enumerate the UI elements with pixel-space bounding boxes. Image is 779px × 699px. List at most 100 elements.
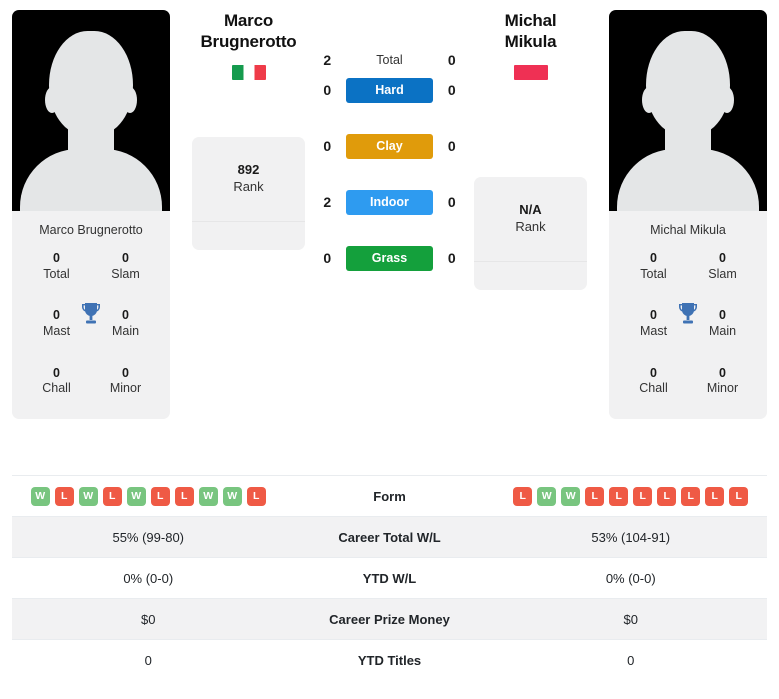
h2h-row-clay: 0 Clay 0 bbox=[309, 118, 470, 174]
h2h-indoor-right-score: 0 bbox=[447, 194, 456, 210]
table-row-career-prize-money: $0 Career Prize Money $0 bbox=[12, 598, 767, 639]
h2h-grass-bar[interactable]: Grass bbox=[345, 245, 434, 271]
left-player-name-header: Marco Brugnerotto bbox=[192, 10, 305, 123]
stat-rank-label: Rank bbox=[515, 219, 546, 234]
left-player-titles-grid: 0 Total 0 Slam 0 Mast 0 Main 0 Chall 0 M… bbox=[12, 247, 170, 411]
titles-cell-total: 0 Total bbox=[619, 251, 688, 282]
h2h-row-indoor: 2 Indoor 0 bbox=[309, 174, 470, 230]
left-player-last-name: Brugnerotto bbox=[200, 32, 297, 52]
left-player-photo bbox=[12, 10, 170, 211]
form-badge-loss: L bbox=[174, 486, 194, 506]
h2h-row-total: 2 Total 0 bbox=[309, 10, 470, 68]
right-player-stats-card: N/A Rank High 23 Age Plays bbox=[474, 177, 587, 290]
right-player-name-caption: Michal Mikula bbox=[650, 223, 726, 237]
career-total-wl-right: 53% (104-91) bbox=[591, 529, 671, 545]
titles-cell-chall: 0 Chall bbox=[22, 366, 91, 397]
stat-row-high: 613 High bbox=[192, 222, 305, 250]
left-player-panel: Marco Brugnerotto 0 Total 0 Slam 0 Mast bbox=[12, 10, 170, 419]
titles-slam-value: 0 bbox=[122, 251, 129, 265]
form-badge-loss: L bbox=[102, 486, 122, 506]
form-badge-win: W bbox=[222, 486, 242, 506]
h2h-clay-bar[interactable]: Clay bbox=[345, 133, 434, 159]
right-player-name-header: Michal Mikula bbox=[474, 10, 587, 123]
h2h-clay-left-score: 0 bbox=[323, 138, 332, 154]
h2h-indoor-left-score: 2 bbox=[323, 194, 332, 210]
slovakia-flag-icon bbox=[513, 64, 548, 80]
form-badge-win: W bbox=[537, 486, 557, 506]
form-badge-loss: L bbox=[246, 486, 266, 506]
form-badge-win: W bbox=[30, 486, 50, 506]
left-player-stats-card: 892 Rank 613 High 27 Age L Plays bbox=[192, 137, 305, 250]
h2h-indoor-bar[interactable]: Indoor bbox=[345, 189, 434, 215]
career-prize-money-left: $0 bbox=[141, 611, 156, 627]
left-player-name-caption: Marco Brugnerotto bbox=[39, 223, 143, 237]
stat-rank-value: N/A bbox=[519, 202, 542, 218]
career-total-wl-label: Career Total W/L bbox=[338, 529, 441, 545]
form-left-cell: WLWLWLLWWL bbox=[12, 478, 285, 515]
titles-minor-value: 0 bbox=[719, 365, 726, 380]
h2h-total-left-score: 2 bbox=[323, 52, 332, 68]
form-badge-loss: L bbox=[633, 486, 653, 506]
h2h-clay-right-score: 0 bbox=[447, 138, 456, 154]
titles-chall-value: 0 bbox=[650, 365, 657, 380]
titles-cell-slam: 0 Slam bbox=[688, 251, 757, 282]
players-overview-section: Marco Brugnerotto 0 Total 0 Slam 0 Mast bbox=[0, 0, 779, 475]
form-badge-loss: L bbox=[729, 486, 749, 506]
ytd-titles-label: YTD Titles bbox=[357, 652, 422, 668]
h2h-row-grass: 0 Grass 0 bbox=[309, 230, 470, 286]
right-player-first-name: Michal bbox=[504, 11, 557, 30]
table-row-form: WLWLWLLWWL Form LWWLLLLLLL bbox=[12, 475, 767, 516]
stat-high-value: 613 bbox=[238, 247, 260, 250]
h2h-grass-left-score: 0 bbox=[323, 250, 332, 266]
table-row-ytd-wl: 0% (0-0) YTD W/L 0% (0-0) bbox=[12, 557, 767, 598]
right-form-strip: LWWLLLLLLL bbox=[499, 486, 764, 506]
ytd-wl-right: 0% (0-0) bbox=[605, 570, 656, 586]
right-player-last-name: Mikula bbox=[504, 32, 557, 52]
table-row-career-total-wl: 55% (99-80) Career Total W/L 53% (104-91… bbox=[12, 516, 767, 557]
ytd-wl-label: YTD W/L bbox=[362, 570, 417, 586]
stat-row-rank: N/A Rank bbox=[474, 177, 587, 262]
titles-chall-label: Chall bbox=[639, 381, 668, 396]
form-badge-loss: L bbox=[150, 486, 170, 506]
stat-rank-value: 892 bbox=[237, 162, 260, 178]
h2h-grass-right-score: 0 bbox=[447, 250, 456, 266]
head-to-head-surface-column: 2 Total 0 0 Hard 0 0 Clay 0 2 Indoor 0 0 bbox=[305, 10, 474, 286]
right-player-panel: Michal Mikula 0 Total 0 Slam 0 Mast 0 Ma… bbox=[609, 10, 767, 419]
form-right-cell: LWWLLLLLLL bbox=[495, 478, 768, 515]
form-badge-win: W bbox=[198, 486, 218, 506]
italy-flag-icon bbox=[231, 64, 266, 80]
titles-cell-total: 0 Total bbox=[22, 251, 91, 282]
h2h-comparison-page: Marco Brugnerotto 0 Total 0 Slam 0 Mast bbox=[0, 0, 779, 699]
table-row-ytd-titles: 0 YTD Titles 0 bbox=[12, 639, 767, 680]
career-prize-money-right: $0 bbox=[623, 611, 638, 627]
titles-cell-minor: 0 Minor bbox=[91, 366, 160, 397]
form-badge-loss: L bbox=[657, 486, 677, 506]
h2h-hard-bar[interactable]: Hard bbox=[345, 77, 434, 103]
right-player-titles-grid: 0 Total 0 Slam 0 Mast 0 Main 0 Chall 0 M… bbox=[609, 247, 767, 411]
career-prize-money-label: Career Prize Money bbox=[329, 611, 450, 627]
left-player-first-name: Marco bbox=[223, 11, 274, 30]
h2h-total-label: Total bbox=[376, 53, 403, 67]
titles-total-label: Total bbox=[640, 266, 667, 281]
left-player-card: Marco Brugnerotto 0 Total 0 Slam 0 Mast bbox=[12, 10, 170, 419]
form-badge-loss: L bbox=[705, 486, 725, 506]
titles-total-value: 0 bbox=[53, 251, 60, 265]
titles-minor-label: Minor bbox=[706, 381, 739, 396]
form-badge-win: W bbox=[78, 486, 98, 506]
form-badge-loss: L bbox=[585, 486, 605, 506]
titles-slam-value: 0 bbox=[719, 251, 726, 265]
titles-total-label: Total bbox=[43, 266, 70, 281]
form-badge-win: W bbox=[561, 486, 581, 506]
trophy-icon bbox=[79, 301, 103, 327]
comparison-table: WLWLWLLWWL Form LWWLLLLLLL 55% (99-80) C… bbox=[0, 475, 779, 680]
form-badge-loss: L bbox=[609, 486, 629, 506]
form-badge-loss: L bbox=[54, 486, 74, 506]
career-total-wl-left: 55% (99-80) bbox=[112, 529, 185, 545]
h2h-total-right-score: 0 bbox=[447, 52, 456, 68]
titles-slam-label: Slam bbox=[111, 266, 140, 281]
trophy-icon bbox=[676, 301, 700, 327]
stat-row-high: High bbox=[474, 262, 587, 290]
titles-cell-chall: 0 Chall bbox=[619, 366, 688, 397]
titles-minor-value: 0 bbox=[122, 365, 129, 380]
titles-cell-minor: 0 Minor bbox=[688, 366, 757, 397]
